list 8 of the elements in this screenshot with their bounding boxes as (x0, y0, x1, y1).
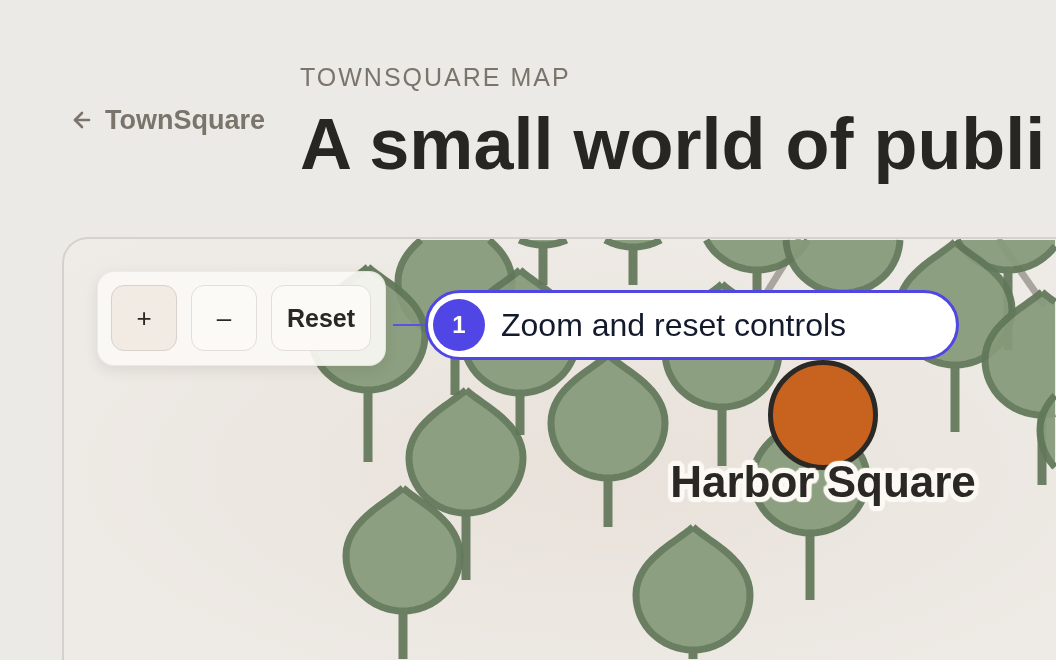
reset-button[interactable]: Reset (271, 285, 371, 351)
page-title: A small world of publi (300, 105, 1046, 184)
zoom-in-button[interactable]: + (111, 285, 177, 351)
eyebrow-text: TOWNSQUARE MAP (300, 62, 571, 92)
step-number: 1 (433, 299, 485, 351)
zoom-out-button[interactable]: – (191, 285, 257, 351)
back-link[interactable]: TownSquare (70, 104, 265, 136)
annotation-text: Zoom and reset controls (501, 306, 847, 344)
